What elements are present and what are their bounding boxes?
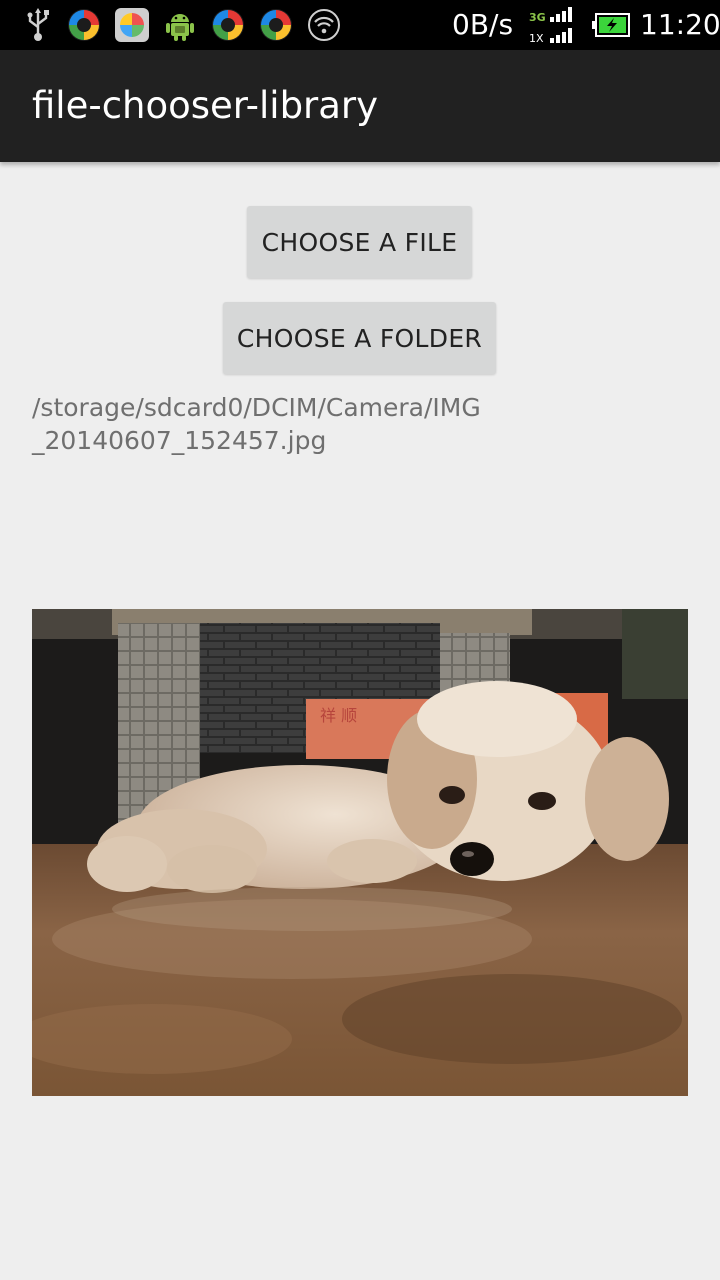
android-icon xyxy=(166,14,194,41)
selected-image-preview: 祥 顺 xyxy=(32,609,688,1096)
choose-folder-label: CHOOSE A FOLDER xyxy=(236,323,483,353)
choose-file-label: CHOOSE A FILE xyxy=(261,227,458,257)
puppy-photo: 祥 顺 xyxy=(32,609,688,1096)
wifi-hotspot-icon xyxy=(308,9,340,41)
app-icon-colorful xyxy=(260,9,292,41)
network-3g-label: 3G xyxy=(529,11,546,24)
selected-file-path: /storage/sdcard0/DCIM/Camera/IMG_2014060… xyxy=(32,393,481,455)
action-bar: file-chooser-library xyxy=(0,50,720,162)
app-icon-colorful xyxy=(68,9,100,41)
status-bar: 0B/s 3G 1X 11:20 xyxy=(0,0,720,50)
box-label: 祥 顺 xyxy=(320,706,357,725)
battery-charging-icon xyxy=(592,13,630,37)
app-icon-colorful xyxy=(212,9,244,41)
network-1x-label: 1X xyxy=(529,32,544,45)
choose-file-button[interactable]: CHOOSE A FILE xyxy=(247,206,472,278)
clock: 11:20 xyxy=(640,8,720,41)
signal-icon: 3G 1X xyxy=(529,7,572,45)
app-title: file-chooser-library xyxy=(32,84,379,127)
choose-folder-button[interactable]: CHOOSE A FOLDER xyxy=(223,302,496,374)
usb-icon xyxy=(27,8,49,41)
net-speed-text: 0B/s xyxy=(452,8,514,41)
gallery-app-icon xyxy=(115,8,149,42)
